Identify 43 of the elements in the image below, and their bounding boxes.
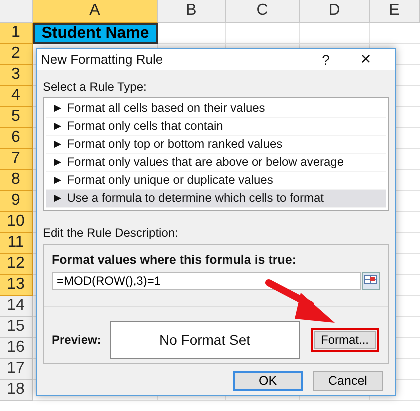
row-header[interactable]: 8 — [0, 170, 33, 191]
row-header[interactable]: 15 — [0, 317, 33, 338]
column-header[interactable]: D — [300, 0, 370, 23]
row-header[interactable]: 17 — [0, 359, 33, 380]
rule-type-item[interactable]: ► Format only top or bottom ranked values — [46, 136, 386, 154]
preview-box: No Format Set — [110, 321, 300, 359]
column-header[interactable]: A — [33, 0, 158, 23]
row-header[interactable]: 16 — [0, 338, 33, 359]
section-label: Edit the Rule Description: — [43, 226, 180, 240]
row-header[interactable]: 4 — [0, 86, 33, 107]
row-header[interactable]: 7 — [0, 149, 33, 170]
help-button[interactable]: ? — [311, 52, 341, 68]
preview-label: Preview: — [52, 333, 102, 347]
row-header[interactable]: 11 — [0, 233, 33, 254]
column-header[interactable]: E — [370, 0, 420, 23]
rule-type-item[interactable]: ► Format all cells based on their values — [46, 100, 386, 118]
row-header[interactable]: 3 — [0, 65, 33, 86]
rule-type-item[interactable]: ► Format only cells that contain — [46, 118, 386, 136]
row-header[interactable]: 6 — [0, 128, 33, 149]
rule-type-item[interactable]: ► Use a formula to determine which cells to format — [46, 190, 386, 208]
row-header[interactable]: 14 — [0, 296, 33, 317]
column-header[interactable]: C — [226, 0, 300, 23]
window-title: New Formatting Rule — [41, 52, 164, 67]
ok-button[interactable]: OK — [233, 371, 303, 391]
cancel-button[interactable]: Cancel — [313, 371, 383, 391]
row-header[interactable]: 10 — [0, 212, 33, 233]
rule-type-item[interactable]: ► Format only values that are above or below average — [46, 154, 386, 172]
format-button[interactable]: Format... — [314, 331, 376, 349]
formula-label: Format values where this formula is true: — [52, 253, 298, 267]
row-header[interactable]: 2 — [0, 44, 33, 65]
row-header[interactable]: 1 — [0, 23, 33, 44]
row-header[interactable]: 9 — [0, 191, 33, 212]
formula-field[interactable]: =MOD(ROW(),3)=1 — [52, 272, 361, 290]
row-header[interactable]: 12 — [0, 254, 33, 275]
row-header[interactable]: 18 — [0, 380, 33, 401]
row-header[interactable]: 13 — [0, 275, 33, 296]
section-label: Select a Rule Type: — [43, 80, 148, 94]
range-picker-icon[interactable] — [362, 272, 380, 290]
column-header[interactable]: B — [158, 0, 226, 23]
table-cell: Student Name — [33, 23, 158, 44]
close-button[interactable]: × — [341, 49, 391, 70]
pointer-arrow — [266, 280, 335, 323]
row-header[interactable]: 5 — [0, 107, 33, 128]
